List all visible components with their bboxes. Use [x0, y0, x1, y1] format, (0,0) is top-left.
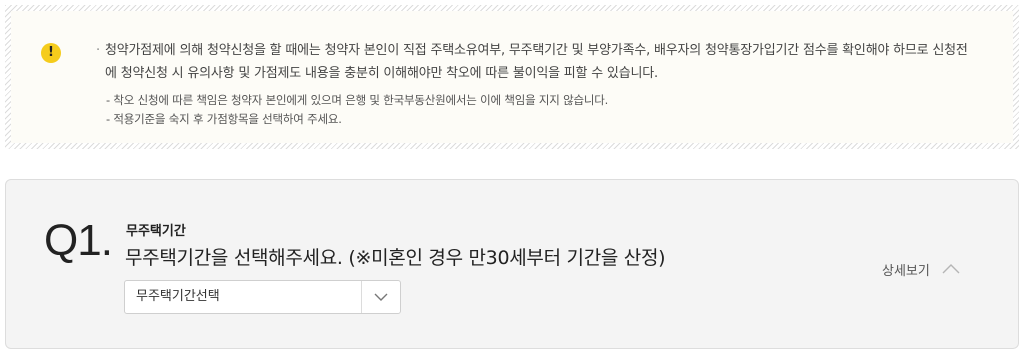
notice-main-sentence: 청약가점제에 의해 청약신청을 할 때에는 청약자 본인이 직접 주택소유여부,…: [105, 43, 968, 81]
chevron-up-icon: [942, 264, 960, 274]
homeless-period-select[interactable]: 무주택기간선택: [124, 280, 401, 314]
select-value: 무주택기간선택: [136, 289, 220, 304]
chevron-down-icon[interactable]: [374, 290, 388, 304]
notice-main-text: · 청약가점제에 의해 청약신청을 할 때에는 청약자 본인이 직접 주택소유여…: [96, 39, 976, 85]
question-text: 무주택기간을 선택해주세요. (※미혼인 경우 만30세부터 기간을 산정): [125, 247, 666, 269]
notice-sub-item: - 적용기준을 숙지 후 가점항목을 선택하여 주세요.: [106, 112, 342, 126]
detail-view-button[interactable]: 상세보기: [882, 258, 960, 280]
bullet-dot: ·: [96, 43, 100, 58]
question-number: Q1.: [44, 216, 113, 265]
exclamation-icon: !: [41, 43, 61, 63]
question-card: Q1. 무주택기간 무주택기간을 선택해주세요. (※미혼인 경우 만30세부터…: [5, 179, 1019, 349]
question-category: 무주택기간: [126, 224, 186, 239]
select-divider: [361, 281, 362, 313]
notice-sub-item: - 착오 신청에 따른 책임은 청약자 본인에게 있으며 은행 및 한국부동산원…: [106, 93, 609, 107]
notice-content: ! · 청약가점제에 의해 청약신청을 할 때에는 청약자 본인이 직접 주택소…: [11, 11, 1013, 143]
notice-panel: ! · 청약가점제에 의해 청약신청을 할 때에는 청약자 본인이 직접 주택소…: [5, 5, 1019, 149]
notice-sub-list: - 착오 신청에 따른 책임은 청약자 본인에게 있으며 은행 및 한국부동산원…: [106, 91, 966, 129]
detail-view-label: 상세보기: [882, 263, 930, 279]
